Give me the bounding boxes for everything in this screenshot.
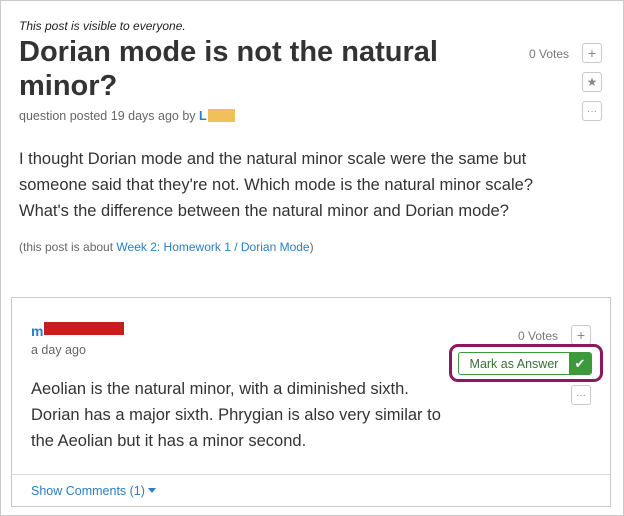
post-title: Dorian mode is not the natural minor? [19, 36, 438, 102]
answer-author-redaction [44, 322, 125, 335]
post-more-button[interactable]: ··· [582, 101, 602, 121]
answer-author[interactable]: m [31, 322, 125, 339]
author-link[interactable]: L [199, 109, 207, 123]
plus-icon: + [576, 327, 586, 343]
post-body: I thought Dorian mode and the natural mi… [19, 150, 533, 220]
posted-text: question posted 19 days ago by [19, 109, 196, 123]
author-redaction [207, 109, 235, 122]
about-prefix: (this post is about [19, 240, 114, 254]
post-about: (this post is about Week 2: Homework 1 /… [19, 240, 314, 254]
divider [12, 474, 610, 475]
answer-vote-count: 0 Votes [518, 329, 559, 343]
show-comments-link[interactable]: Show Comments (1) [31, 484, 156, 498]
answer-body: Aeolian is the natural minor, with a dim… [31, 380, 441, 450]
answer-card: m a day ago 0 Votes + Mark as Answer ✔ ·… [11, 297, 611, 507]
caret-down-icon [147, 488, 156, 493]
answer-date: a day ago [31, 343, 86, 357]
post-follow-button[interactable]: ★ [582, 72, 602, 92]
post-upvote-button[interactable]: + [582, 43, 602, 63]
visibility-notice: This post is visible to everyone. [19, 19, 186, 33]
mark-as-answer-label: Mark as Answer [469, 356, 559, 371]
answer-author-initial[interactable]: m [31, 323, 43, 339]
star-icon: ★ [586, 75, 598, 89]
show-comments-label[interactable]: Show Comments (1) [31, 484, 145, 498]
answer-more-button[interactable]: ··· [571, 385, 591, 405]
about-suffix: ) [309, 240, 314, 254]
post-meta: question posted 19 days ago by L [19, 109, 235, 123]
post-vote-count: 0 Votes [529, 47, 570, 61]
mark-as-answer-button[interactable]: Mark as Answer ✔ [458, 352, 592, 375]
page-frame: This post is visible to everyone. Dorian… [0, 0, 624, 516]
more-icon: ··· [576, 389, 586, 401]
more-icon: ··· [587, 105, 597, 117]
mark-answer-highlight: Mark as Answer ✔ [449, 344, 603, 382]
about-link[interactable]: Week 2: Homework 1 / Dorian Mode [116, 240, 309, 254]
answer-upvote-button[interactable]: + [571, 325, 591, 345]
check-icon: ✔ [569, 353, 591, 374]
plus-icon: + [587, 45, 597, 61]
